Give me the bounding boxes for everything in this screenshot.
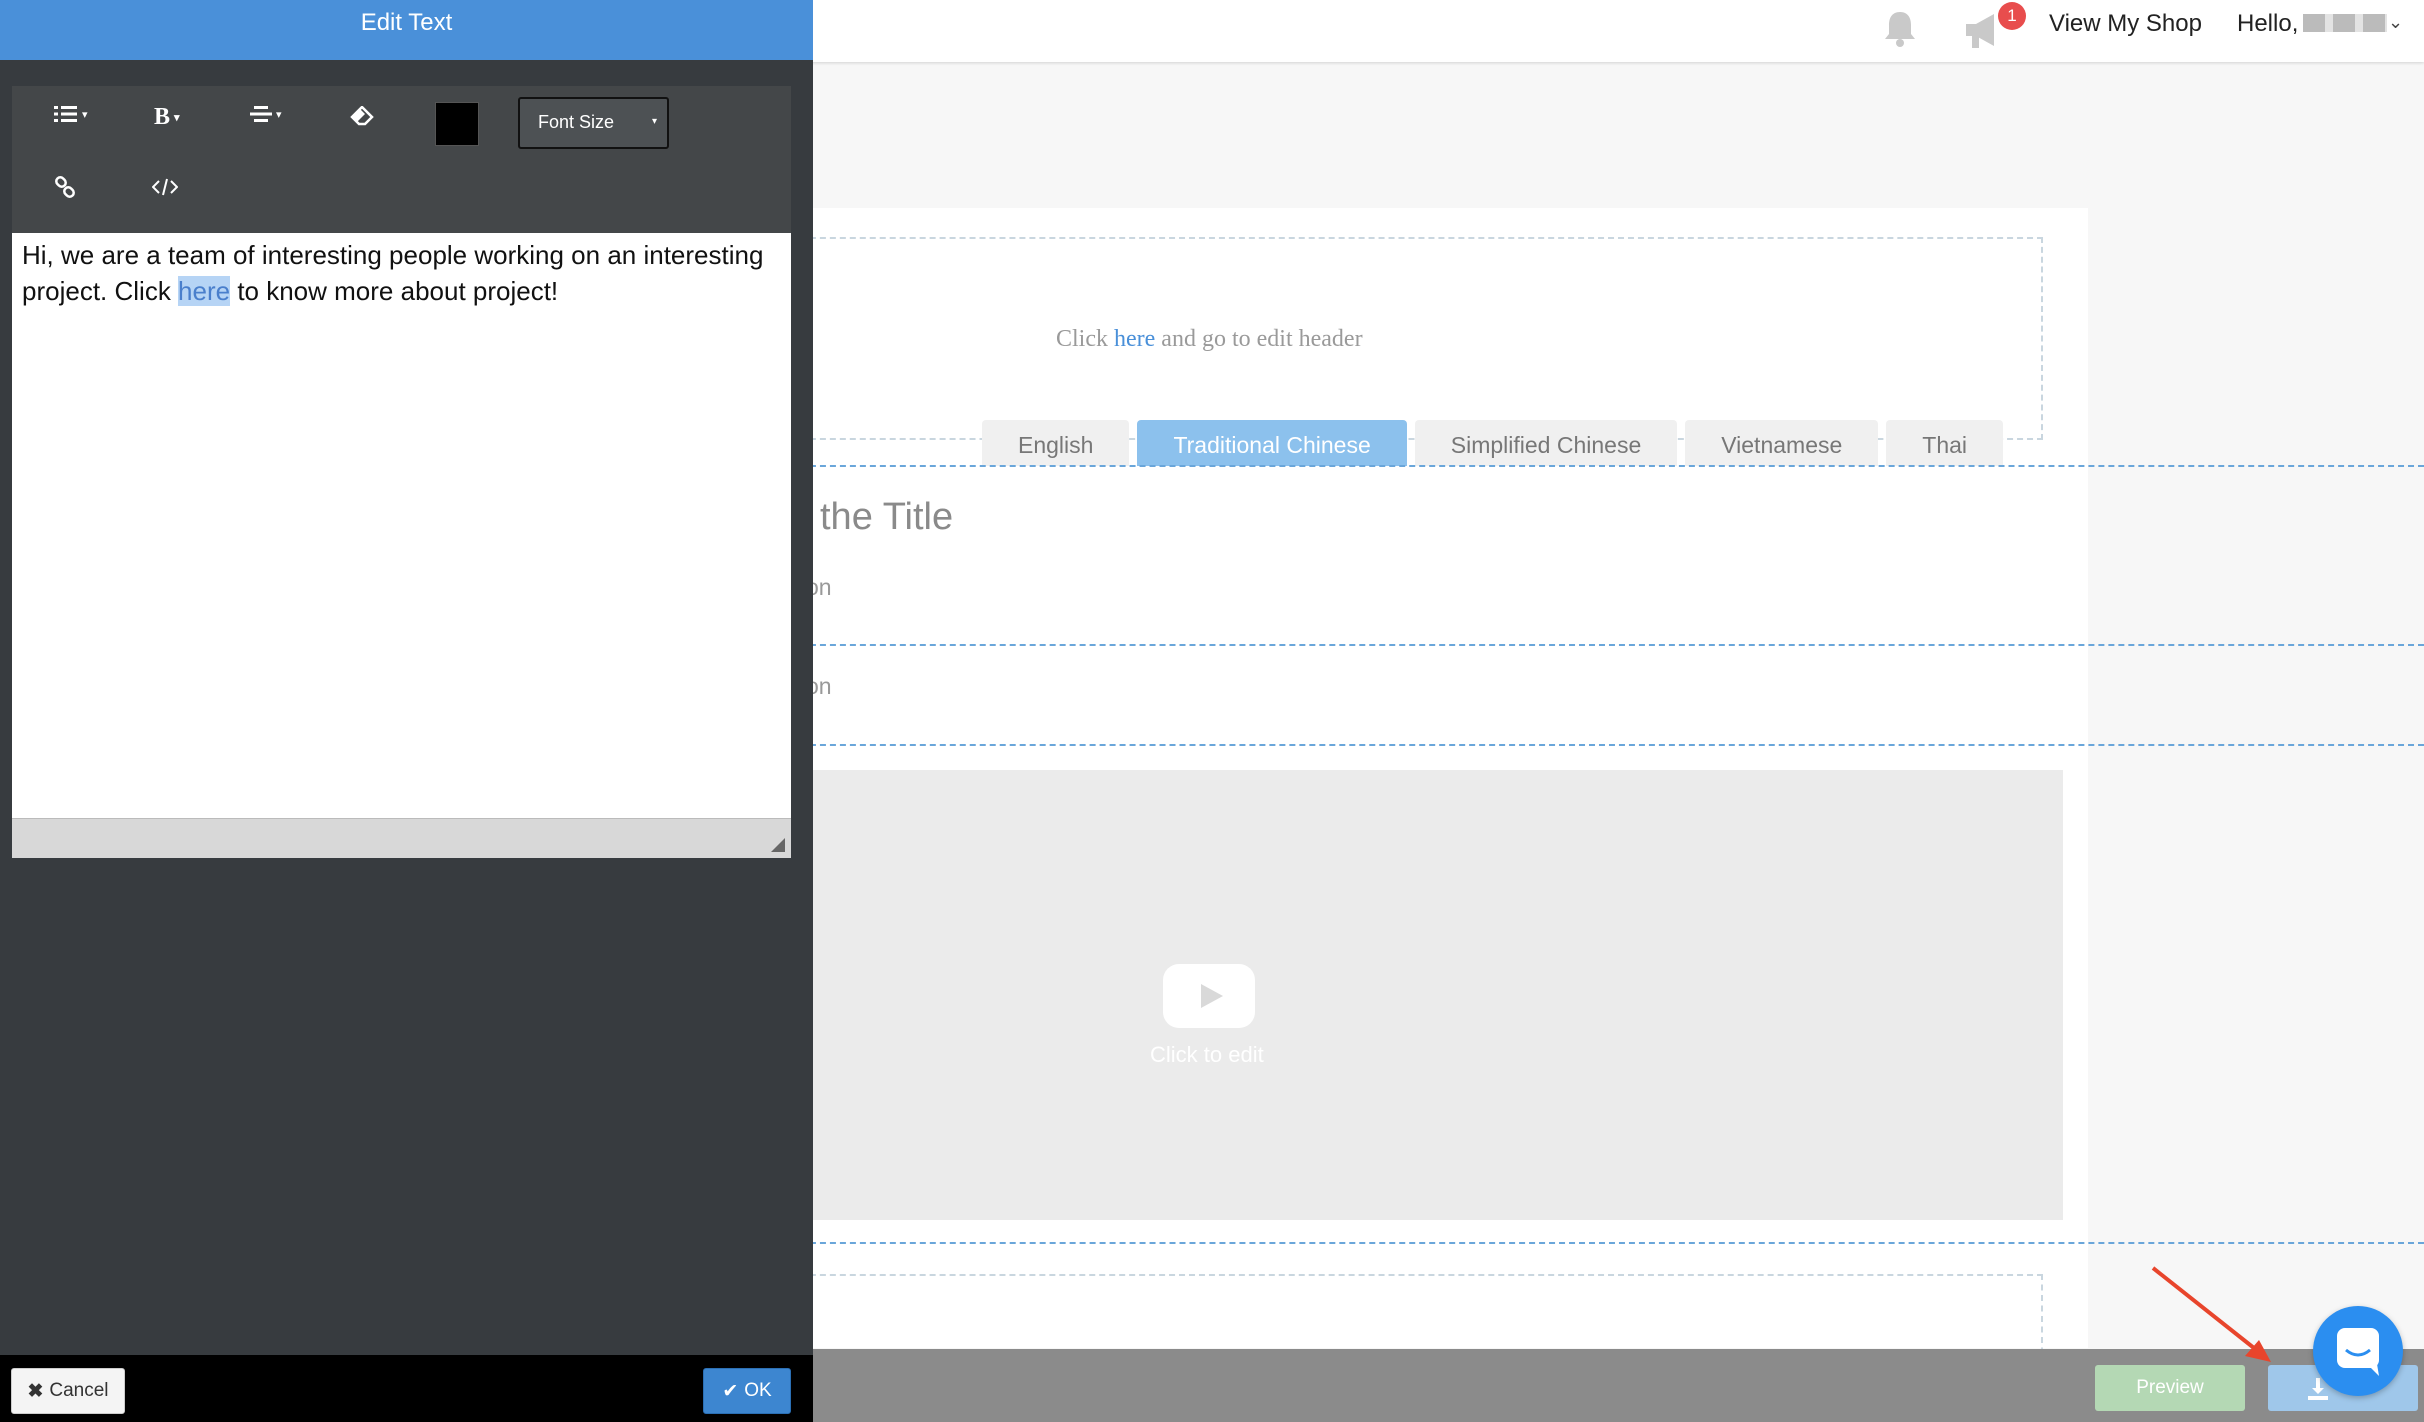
bold-icon: B [154,104,171,130]
chevron-down-icon[interactable]: ⌄ [2388,12,2403,33]
play-icon[interactable] [1163,964,1255,1028]
section-title[interactable]: the Title [820,496,953,539]
code-view-button[interactable] [152,178,178,196]
bell-icon[interactable] [1880,8,1920,48]
font-size-label: Font Size [538,112,615,132]
tab-traditional-chinese[interactable]: Traditional Chinese [1137,420,1407,466]
view-my-shop-link[interactable]: View My Shop [2049,10,2202,38]
annotation-arrow [2151,1266,2271,1362]
panel-title: Edit Text [0,0,813,60]
edit-text-panel: Edit Text ▾ B ▾ ▾ Font Size ▾ Hi, we are… [0,0,813,1422]
tab-vietnamese[interactable]: Vietnamese [1685,420,1879,466]
user-name-redacted [2303,14,2387,32]
preview-button[interactable]: Preview [2095,1365,2245,1411]
text-editor-area[interactable]: Hi, we are a team of interesting people … [12,233,791,818]
header-edit-link[interactable]: here [1114,326,1155,352]
align-button[interactable]: ▾ [250,104,282,124]
editor-toolbar [12,86,791,233]
header-hint-suffix: and go to edit header [1155,326,1363,352]
editor-text-after: to know more about project! [230,276,559,306]
chat-icon [2337,1328,2379,1376]
editor-status-bar [12,818,791,858]
tab-simplified-chinese[interactable]: Simplified Chinese [1414,420,1678,466]
text-color-picker[interactable] [435,102,479,146]
video-edit-label[interactable]: Click to edit [1150,1042,1264,1068]
check-icon: ✔ [722,1380,739,1402]
section-divider [770,744,2424,746]
video-placeholder[interactable] [770,770,2063,1220]
close-icon: ✖ [27,1380,44,1402]
eraser-icon [350,106,374,126]
list-icon [54,106,77,122]
code-icon [152,178,178,196]
notification-badge: 1 [1998,2,2026,30]
user-greeting[interactable]: Hello, [2237,10,2298,38]
tab-english[interactable]: English [982,420,1130,466]
language-tabs: English Traditional Chinese Simplified C… [982,420,2004,466]
font-size-dropdown[interactable]: Font Size ▾ [518,97,669,149]
cancel-button[interactable]: ✖ Cancel [11,1368,125,1414]
cancel-label: Cancel [49,1380,109,1401]
align-icon [250,106,272,122]
ok-button[interactable]: ✔ OK [703,1368,791,1414]
clear-format-button[interactable] [350,106,374,126]
chat-bubble-button[interactable] [2313,1306,2403,1396]
caret-down-icon: ▾ [82,108,88,121]
header-placeholder[interactable] [770,237,2043,440]
link-button[interactable] [54,176,76,198]
caret-down-icon: ▾ [651,116,657,127]
bold-button[interactable]: B ▾ [154,104,180,131]
resize-handle[interactable] [771,838,785,852]
tab-thai[interactable]: Thai [1886,420,2004,466]
header-hint-prefix: Click [1056,326,1114,352]
header-hint: Click here and go to edit header [1056,326,1363,353]
ok-label: OK [744,1380,772,1401]
selected-link-text[interactable]: here [178,276,231,306]
list-button[interactable]: ▾ [54,104,88,124]
caret-down-icon: ▾ [276,108,282,121]
link-icon [55,176,75,198]
section-divider [770,465,2424,467]
caret-down-icon: ▾ [174,112,180,124]
section-divider [770,644,2424,646]
section-divider [770,1242,2424,1244]
